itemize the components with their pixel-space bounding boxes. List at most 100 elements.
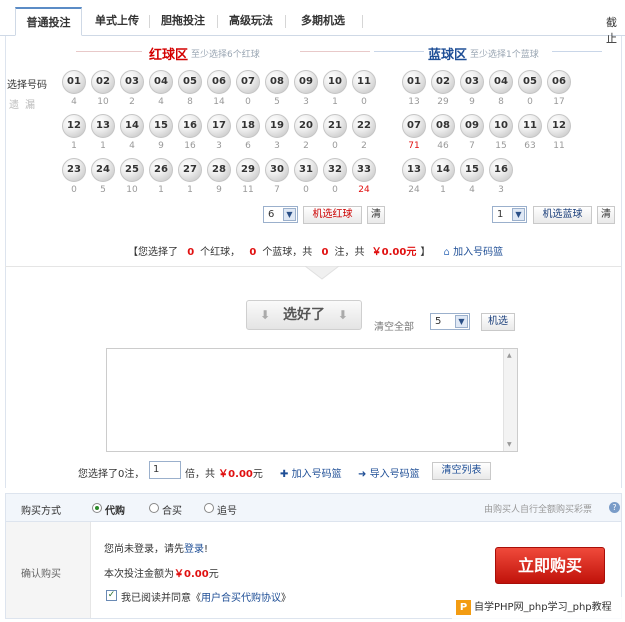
blue-ball[interactable]: 15: [460, 158, 484, 182]
red-ball[interactable]: 16: [178, 114, 202, 138]
blue-ball[interactable]: 14: [431, 158, 455, 182]
red-ball[interactable]: 28: [207, 158, 231, 182]
clear-red-button[interactable]: 清: [367, 206, 385, 224]
agreement-link[interactable]: 用户合买代购协议: [201, 593, 281, 604]
red-ball[interactable]: 21: [323, 114, 347, 138]
random-count-select[interactable]: 5 ▼: [430, 313, 470, 330]
blue-ball[interactable]: 03: [460, 70, 484, 94]
blue-ball[interactable]: 07: [402, 114, 426, 138]
scrollbar[interactable]: ▲ ▼: [503, 349, 517, 451]
radio-zhuihao[interactable]: [204, 503, 214, 513]
red-miss-count: 7: [274, 185, 280, 195]
red-ball[interactable]: 29: [236, 158, 260, 182]
import-basket-link[interactable]: 导入号码篮: [370, 469, 420, 480]
option-hemai[interactable]: 合买: [162, 502, 182, 517]
import-icon: ➜: [358, 469, 367, 480]
tab-single-upload[interactable]: 单式上传: [88, 7, 146, 36]
blue-ball[interactable]: 13: [402, 158, 426, 182]
red-ball[interactable]: 22: [352, 114, 376, 138]
red-ball[interactable]: 02: [91, 70, 115, 94]
red-ball[interactable]: 25: [120, 158, 144, 182]
red-ball[interactable]: 23: [62, 158, 86, 182]
basket-icon: ⌂: [443, 247, 450, 258]
agree-checkbox[interactable]: ✓: [106, 590, 117, 601]
blue-ball[interactable]: 10: [489, 114, 513, 138]
random-pick-button[interactable]: 机选: [481, 313, 515, 331]
login-link[interactable]: 登录: [184, 544, 204, 555]
import-basket-action[interactable]: ➜ 导入号码篮: [358, 465, 420, 480]
radio-hemai[interactable]: [149, 503, 159, 513]
tab-advanced[interactable]: 高级玩法: [220, 7, 282, 36]
red-ball[interactable]: 03: [120, 70, 144, 94]
blue-ball[interactable]: 05: [518, 70, 542, 94]
blue-ball[interactable]: 16: [489, 158, 513, 182]
blue-miss-count: 15: [495, 141, 507, 151]
red-ball[interactable]: 24: [91, 158, 115, 182]
clear-list-button[interactable]: 清空列表: [432, 462, 491, 480]
php-logo-icon: P: [456, 599, 471, 615]
blue-ball[interactable]: 04: [489, 70, 513, 94]
blue-ball[interactable]: 09: [460, 114, 484, 138]
red-ball[interactable]: 12: [62, 114, 86, 138]
red-ball[interactable]: 32: [323, 158, 347, 182]
red-ball[interactable]: 17: [207, 114, 231, 138]
red-ball[interactable]: 14: [120, 114, 144, 138]
red-ball[interactable]: 11: [352, 70, 376, 94]
red-ball[interactable]: 01: [62, 70, 86, 94]
clear-blue-button[interactable]: 清: [597, 206, 615, 224]
red-miss-count: 1: [158, 185, 164, 195]
tab-dantuo-bet[interactable]: 胆拖投注: [152, 7, 214, 36]
red-ball[interactable]: 27: [178, 158, 202, 182]
red-ball[interactable]: 07: [236, 70, 260, 94]
multiple-input[interactable]: 1: [149, 461, 181, 479]
blue-ball[interactable]: 01: [402, 70, 426, 94]
random-red-button[interactable]: 机选红球: [303, 206, 362, 224]
red-ball[interactable]: 33: [352, 158, 376, 182]
random-blue-button[interactable]: 机选蓝球: [533, 206, 592, 224]
blue-count-select[interactable]: 1 ▼: [492, 206, 527, 223]
blue-ball[interactable]: 02: [431, 70, 455, 94]
buy-now-button[interactable]: 立即购买: [495, 547, 605, 584]
red-ball[interactable]: 13: [91, 114, 115, 138]
bet-list-area[interactable]: ▲ ▼: [106, 348, 518, 452]
red-ball[interactable]: 08: [265, 70, 289, 94]
red-miss-count: 0: [245, 97, 251, 107]
red-ball[interactable]: 30: [265, 158, 289, 182]
add-basket-action[interactable]: ✚ 加入号码篮: [280, 465, 342, 480]
add-to-basket-link[interactable]: 加入号码篮: [453, 247, 503, 258]
pick-done-button[interactable]: ⬇ 选好了 ⬇: [246, 300, 362, 330]
tab-normal-bet[interactable]: 普通投注: [15, 7, 82, 36]
clear-all-link[interactable]: 清空全部: [374, 318, 414, 333]
blue-ball[interactable]: 11: [518, 114, 542, 138]
tab-separator: [149, 15, 150, 28]
red-miss-count: 1: [332, 97, 338, 107]
add-basket-link[interactable]: 加入号码篮: [292, 469, 342, 480]
amount: ￥0.00元: [371, 247, 417, 258]
option-zhuihao[interactable]: 追号: [217, 502, 237, 517]
red-ball[interactable]: 15: [149, 114, 173, 138]
red-ball[interactable]: 18: [236, 114, 260, 138]
red-ball[interactable]: 31: [294, 158, 318, 182]
red-ball[interactable]: 19: [265, 114, 289, 138]
summary-text: 【您选择了: [128, 247, 178, 258]
pick-done-label: 选好了: [283, 307, 325, 323]
red-ball[interactable]: 09: [294, 70, 318, 94]
scroll-down-icon[interactable]: ▼: [507, 441, 512, 448]
help-icon[interactable]: ?: [609, 502, 620, 513]
blue-ball[interactable]: 12: [547, 114, 571, 138]
blue-ball[interactable]: 08: [431, 114, 455, 138]
red-miss-count: 3: [216, 141, 222, 151]
scroll-up-icon[interactable]: ▲: [507, 352, 512, 359]
red-ball[interactable]: 04: [149, 70, 173, 94]
red-ball[interactable]: 26: [149, 158, 173, 182]
radio-daigou[interactable]: [92, 503, 102, 513]
red-miss-count: 5: [274, 97, 280, 107]
option-daigou[interactable]: 代购: [105, 502, 125, 517]
red-ball[interactable]: 05: [178, 70, 202, 94]
red-ball[interactable]: 06: [207, 70, 231, 94]
red-ball[interactable]: 10: [323, 70, 347, 94]
red-count-select[interactable]: 6 ▼: [263, 206, 298, 223]
red-ball[interactable]: 20: [294, 114, 318, 138]
tab-multi-period[interactable]: 多期机选: [290, 7, 356, 36]
blue-ball[interactable]: 06: [547, 70, 571, 94]
